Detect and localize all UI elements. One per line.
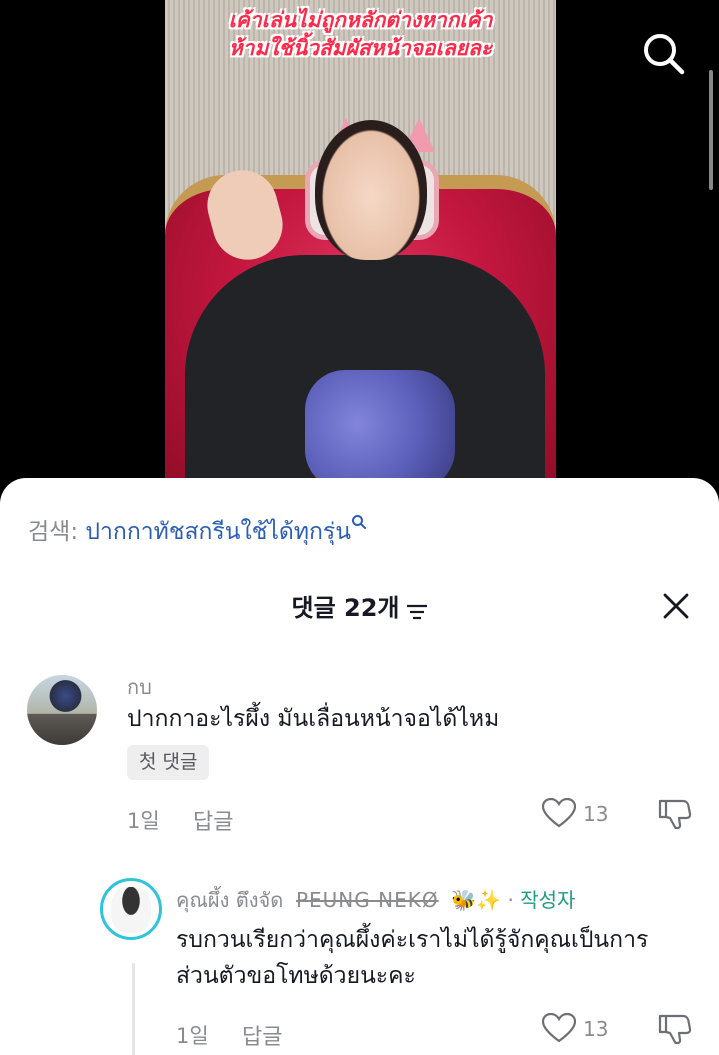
search-suggestion-icon xyxy=(352,515,366,530)
video-caption: เค้าเล่นไม่ถูกหลักต่างหากเค้า ห้ามใช้นิ้… xyxy=(165,6,556,62)
heart-icon[interactable] xyxy=(542,798,576,828)
video-caption-line1: เค้าเล่นไม่ถูกหลักต่างหากเค้า xyxy=(228,8,493,32)
video-hoodie-print xyxy=(305,370,455,490)
video-frame[interactable] xyxy=(165,0,556,500)
reply-username-emoji: 🐝✨ xyxy=(451,888,502,912)
reply-button[interactable]: 답글 xyxy=(193,804,233,836)
avatar[interactable] xyxy=(27,675,97,745)
reply-time: 1일 xyxy=(176,1024,209,1048)
reply-text: รบกวนเรียกว่าคุณผึ้งค่ะเราไม่ได้รู้จักคุ… xyxy=(176,922,648,994)
thumbs-down-icon[interactable] xyxy=(658,797,692,829)
video-person-head xyxy=(315,120,427,260)
reply-username-latin: PEUNG NEKØ xyxy=(295,888,439,912)
close-comments-button[interactable] xyxy=(660,590,692,622)
first-comment-badge: 첫 댓글 xyxy=(127,745,210,780)
comments-sheet: 검색: ปากกาทัชสกรีนใช้ได้ทุกรุ่น 댓글 22개 กบ… xyxy=(0,478,719,1055)
reply-thread-line xyxy=(132,963,135,1055)
heart-icon[interactable] xyxy=(542,1013,576,1043)
video-player[interactable]: เค้าเล่นไม่ถูกหลักต่างหากเค้า ห้ามใช้นิ้… xyxy=(0,0,719,500)
thumbs-down-icon[interactable] xyxy=(658,1012,692,1044)
scrollbar-thumb[interactable] xyxy=(709,70,713,190)
comment-text: ปากกาอะไรผึ้ง มันเลื่อนหน้าจอได้ไหม xyxy=(127,706,500,732)
comment-time: 1일 xyxy=(127,809,160,833)
like-count: 13 xyxy=(583,802,609,826)
reply-username[interactable]: คุณผึ้ง ตึงจัด PEUNG NEKØ 🐝✨ · 작성자 xyxy=(176,884,575,916)
search-suggestion[interactable]: 검색: ปากกาทัชสกรีนใช้ได้ทุกรุ่น xyxy=(28,512,367,550)
search-suggestion-label: 검색: xyxy=(28,519,79,545)
reply-username-thai: คุณผึ้ง ตึงจัด xyxy=(176,888,284,912)
search-icon xyxy=(644,34,685,75)
like-count: 13 xyxy=(583,1017,609,1041)
reply-text-line1: รบกวนเรียกว่าคุณผึ้งค่ะเราไม่ได้รู้จักคุ… xyxy=(176,927,649,953)
comments-title: 댓글 22개 xyxy=(291,594,400,622)
comments-header: 댓글 22개 xyxy=(0,588,719,628)
close-icon xyxy=(663,593,689,619)
reply-separator: · xyxy=(507,888,514,912)
sort-icon[interactable] xyxy=(406,604,428,620)
reply-text-line2: ส่วนตัวขอโทษด้วยนะคะ xyxy=(176,963,416,989)
avatar-image xyxy=(111,887,151,933)
reply-button[interactable]: 답글 xyxy=(242,1019,282,1051)
video-caption-line2: ห้ามใช้นิ้วสัมผัสหน้าจอเลยละ xyxy=(228,36,493,60)
comment-username[interactable]: กบ xyxy=(127,671,152,703)
search-button[interactable] xyxy=(640,30,688,78)
avatar[interactable] xyxy=(100,878,162,940)
author-tag: 작성자 xyxy=(520,888,576,912)
search-suggestion-term[interactable]: ปากกาทัชสกรีนใช้ได้ทุกรุ่น xyxy=(85,519,351,545)
